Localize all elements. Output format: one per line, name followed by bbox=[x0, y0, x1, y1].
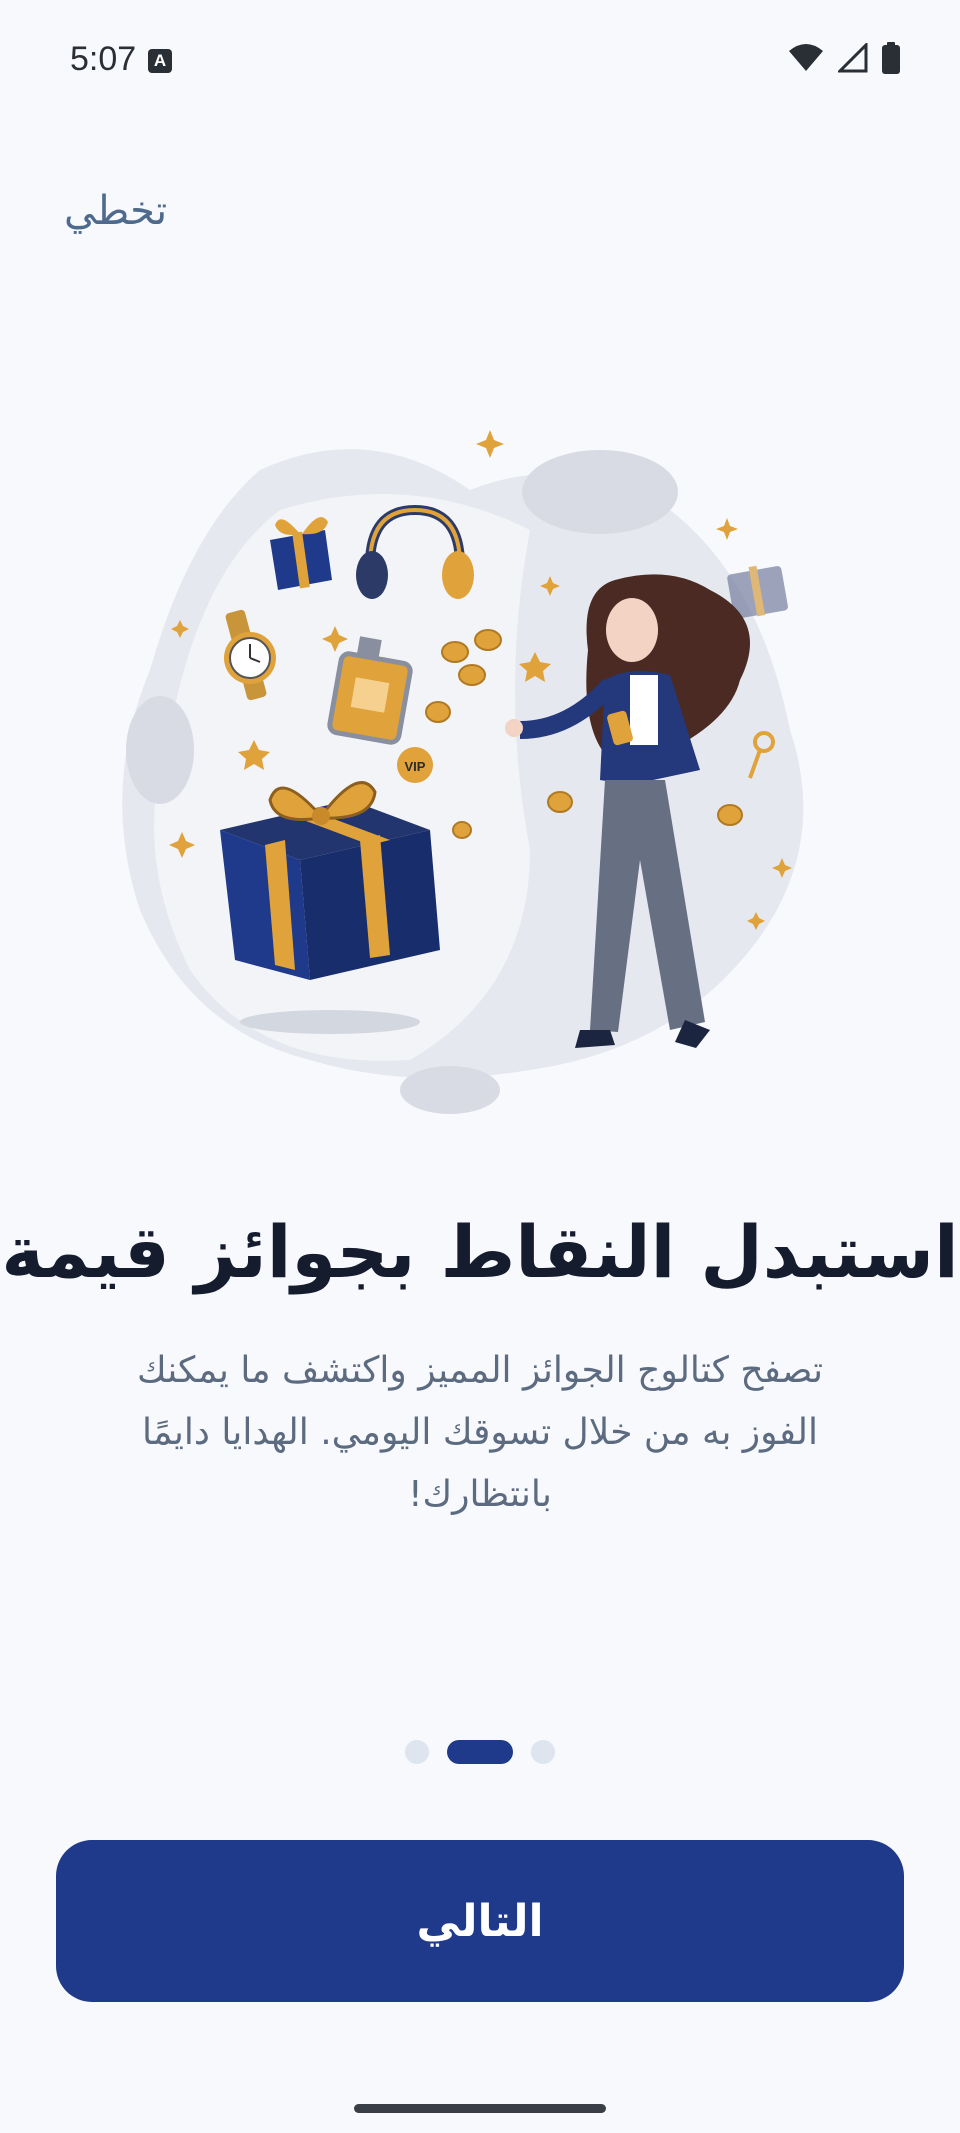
page-dot bbox=[405, 1740, 429, 1764]
box-shadow bbox=[240, 1010, 420, 1034]
wifi-icon bbox=[789, 44, 823, 71]
cloud-top bbox=[522, 450, 678, 534]
notification-icon: A bbox=[148, 49, 172, 73]
rewards-illustration: VIP bbox=[122, 430, 804, 1114]
cloud-bottom bbox=[400, 1066, 500, 1114]
skip-button[interactable]: تخطي bbox=[64, 188, 167, 234]
next-button[interactable]: التالي bbox=[56, 1840, 904, 2002]
svg-text:VIP: VIP bbox=[405, 759, 426, 774]
page-dot bbox=[531, 1740, 555, 1764]
status-bar: 5:07 A bbox=[0, 0, 960, 120]
page-dot-active bbox=[447, 1740, 513, 1764]
status-time: 5:07 bbox=[70, 40, 137, 78]
signal-icon bbox=[838, 43, 868, 73]
status-icons bbox=[788, 42, 900, 74]
vip-badge-icon: VIP bbox=[397, 747, 433, 783]
onboarding-description: تصفح كتالوج الجوائز المميز واكتشف ما يمك… bbox=[136, 1350, 824, 1515]
cloud-left bbox=[126, 696, 194, 804]
onboarding-title: استبدل النقاط بجوائز قيمة bbox=[1, 1210, 959, 1294]
page-indicator bbox=[0, 1740, 960, 1764]
battery-icon bbox=[882, 42, 900, 74]
home-indicator[interactable] bbox=[354, 2104, 606, 2113]
